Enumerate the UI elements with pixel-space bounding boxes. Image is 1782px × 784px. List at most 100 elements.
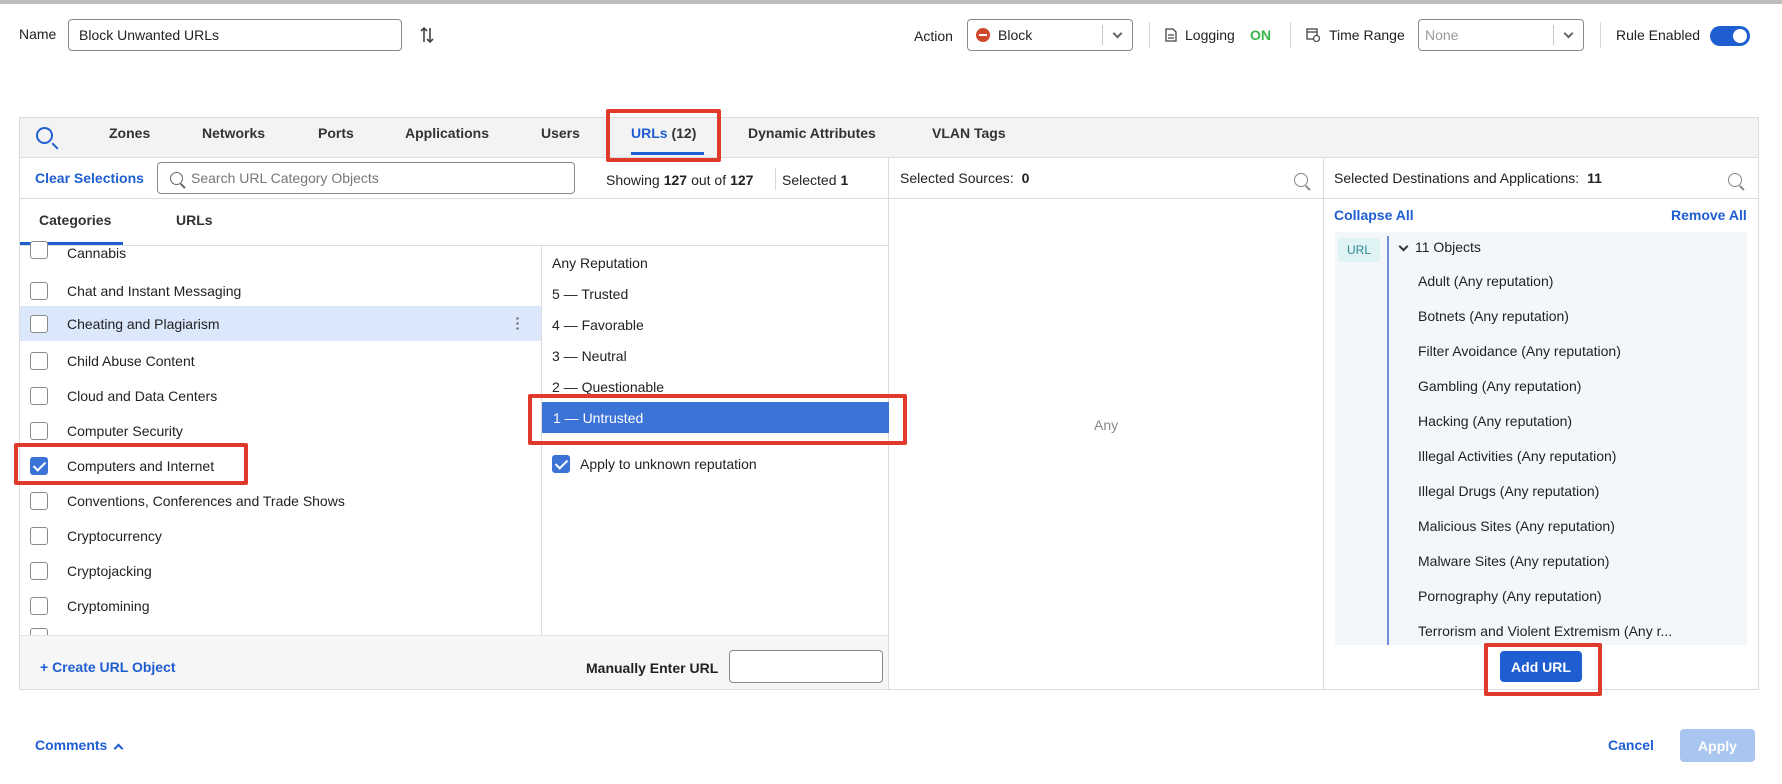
category-label: Computer Security <box>67 422 183 439</box>
list-item[interactable]: Malware Sites (Any reputation) <box>1418 553 1609 569</box>
category-checkbox[interactable] <box>30 386 48 405</box>
category-checkbox[interactable] <box>30 421 48 440</box>
rule-enabled-toggle[interactable] <box>1710 26 1750 46</box>
reputation-favorable[interactable]: 4 — Favorable <box>552 317 644 333</box>
search-icon[interactable] <box>36 127 61 144</box>
tab-applications[interactable]: Applications <box>405 125 489 141</box>
tab-zones[interactable]: Zones <box>109 125 150 141</box>
selected-label: Selected <box>782 172 837 188</box>
selected-destinations-label: Selected Destinations and Applications: <box>1334 170 1580 186</box>
category-checkbox[interactable] <box>30 596 48 615</box>
list-item[interactable]: Cryptocurrency <box>20 518 541 553</box>
action-dropdown[interactable]: Block <box>967 19 1133 51</box>
category-label: Cannabis <box>67 245 127 261</box>
category-checkbox[interactable] <box>30 241 48 259</box>
list-item[interactable]: Computers and Internet <box>20 448 541 483</box>
divider <box>1600 22 1601 48</box>
list-item[interactable]: Cheating and Plagiarism <box>20 306 541 341</box>
list-item[interactable]: Chat and Instant Messaging <box>20 273 541 308</box>
list-item[interactable]: Malicious Sites (Any reputation) <box>1418 518 1615 534</box>
tab-users[interactable]: Users <box>541 125 580 141</box>
more-options-icon[interactable] <box>516 316 519 330</box>
reputation-untrusted-selected[interactable]: 1 — Untrusted <box>542 402 889 433</box>
list-item[interactable]: Pornography (Any reputation) <box>1418 588 1602 604</box>
swap-icon[interactable] <box>419 25 435 45</box>
category-checkbox[interactable] <box>30 351 48 370</box>
window-top-edge <box>0 0 1782 4</box>
list-item[interactable]: Cryptomining <box>20 588 541 623</box>
category-checkbox-checked[interactable] <box>30 456 48 475</box>
tab-dynamic-attributes[interactable]: Dynamic Attributes <box>748 125 876 141</box>
list-item[interactable]: Cryptojacking <box>20 553 541 588</box>
row-divider <box>20 198 1758 199</box>
tab-urls-label: URLs <box>631 125 668 141</box>
search-icon[interactable] <box>1728 173 1750 187</box>
clear-selections-link[interactable]: Clear Selections <box>35 170 144 186</box>
category-checkbox[interactable] <box>30 314 48 333</box>
tab-bar <box>20 118 1758 158</box>
list-item[interactable]: Illegal Drugs (Any reputation) <box>1418 483 1599 499</box>
list-item[interactable]: Terrorism and Violent Extremism (Any r..… <box>1418 623 1672 639</box>
tab-vlan-tags[interactable]: VLAN Tags <box>932 125 1006 141</box>
apply-unknown-reputation[interactable]: Apply to unknown reputation <box>552 455 757 473</box>
category-checkbox[interactable] <box>30 526 48 545</box>
list-item[interactable]: Hacking (Any reputation) <box>1418 413 1572 429</box>
showing-prefix: Showing <box>606 172 660 188</box>
remove-all-link[interactable]: Remove All <box>1671 207 1747 223</box>
tab-ports[interactable]: Ports <box>318 125 354 141</box>
list-item[interactable]: Adult (Any reputation) <box>1418 273 1553 289</box>
subtab-categories[interactable]: Categories <box>39 212 111 228</box>
category-label: Chat and Instant Messaging <box>67 282 242 299</box>
reputation-trusted[interactable]: 5 — Trusted <box>552 286 628 302</box>
create-url-object-link[interactable]: + Create URL Object <box>40 659 176 675</box>
subtab-urls[interactable]: URLs <box>176 212 213 228</box>
tab-networks[interactable]: Networks <box>202 125 265 141</box>
rule-name-input[interactable]: Block Unwanted URLs <box>68 19 402 51</box>
collapse-all-link[interactable]: Collapse All <box>1334 207 1414 223</box>
tree-line <box>1387 236 1389 645</box>
list-item[interactable]: Computer Security <box>20 413 541 448</box>
apply-unknown-checkbox[interactable] <box>552 455 570 473</box>
category-label: Cloud and Data Centers <box>67 387 218 404</box>
reputation-neutral[interactable]: 3 — Neutral <box>552 348 627 364</box>
logging-label: Logging <box>1185 27 1235 43</box>
add-url-button[interactable]: Add URL <box>1500 651 1582 682</box>
category-label: Cheating and Plagiarism <box>67 315 220 332</box>
category-checkbox-partial <box>30 628 48 635</box>
action-value: Block <box>998 27 1033 43</box>
reputation-any[interactable]: Any Reputation <box>552 255 648 271</box>
search-placeholder: Search URL Category Objects <box>191 170 379 186</box>
objects-group-toggle[interactable]: 11 Objects <box>1398 239 1481 255</box>
list-item[interactable]: Child Abuse Content <box>20 343 541 378</box>
list-item[interactable]: Cannabis <box>20 241 541 266</box>
cancel-button[interactable]: Cancel <box>1608 737 1654 753</box>
manual-url-input[interactable] <box>729 650 883 683</box>
logging-status[interactable]: ON <box>1250 27 1271 43</box>
reputation-questionable[interactable]: 2 — Questionable <box>552 379 664 395</box>
showing-count: Showing 127 out of 127 <box>606 172 753 188</box>
apply-button[interactable]: Apply <box>1680 729 1755 762</box>
list-item[interactable]: Gambling (Any reputation) <box>1418 378 1581 394</box>
time-range-dropdown[interactable]: None <box>1418 19 1584 51</box>
tab-urls[interactable]: URLs (12) <box>631 125 696 141</box>
search-icon[interactable] <box>1294 173 1316 187</box>
selected-number: 1 <box>840 172 849 188</box>
selected-count: Selected 1 <box>782 172 848 188</box>
list-item[interactable]: Cloud and Data Centers <box>20 378 541 413</box>
search-icon <box>170 171 183 185</box>
active-tab-indicator <box>631 152 704 155</box>
list-item[interactable]: Conventions, Conferences and Trade Shows <box>20 483 541 518</box>
category-checkbox[interactable] <box>30 491 48 510</box>
category-label: Child Abuse Content <box>67 352 195 369</box>
list-item[interactable]: Filter Avoidance (Any reputation) <box>1418 343 1621 359</box>
category-label: Cryptojacking <box>67 562 152 579</box>
category-checkbox[interactable] <box>30 281 48 300</box>
selected-sources-header: Selected Sources: 0 <box>900 170 1029 186</box>
comments-toggle[interactable]: Comments <box>35 737 124 754</box>
list-item[interactable]: Illegal Activities (Any reputation) <box>1418 448 1616 464</box>
url-category-search-input[interactable]: Search URL Category Objects <box>157 162 575 194</box>
category-checkbox[interactable] <box>30 561 48 580</box>
list-item[interactable]: Botnets (Any reputation) <box>1418 308 1569 324</box>
category-label: Conventions, Conferences and Trade Shows <box>67 492 345 509</box>
selected-sources-count: 0 <box>1021 170 1030 186</box>
